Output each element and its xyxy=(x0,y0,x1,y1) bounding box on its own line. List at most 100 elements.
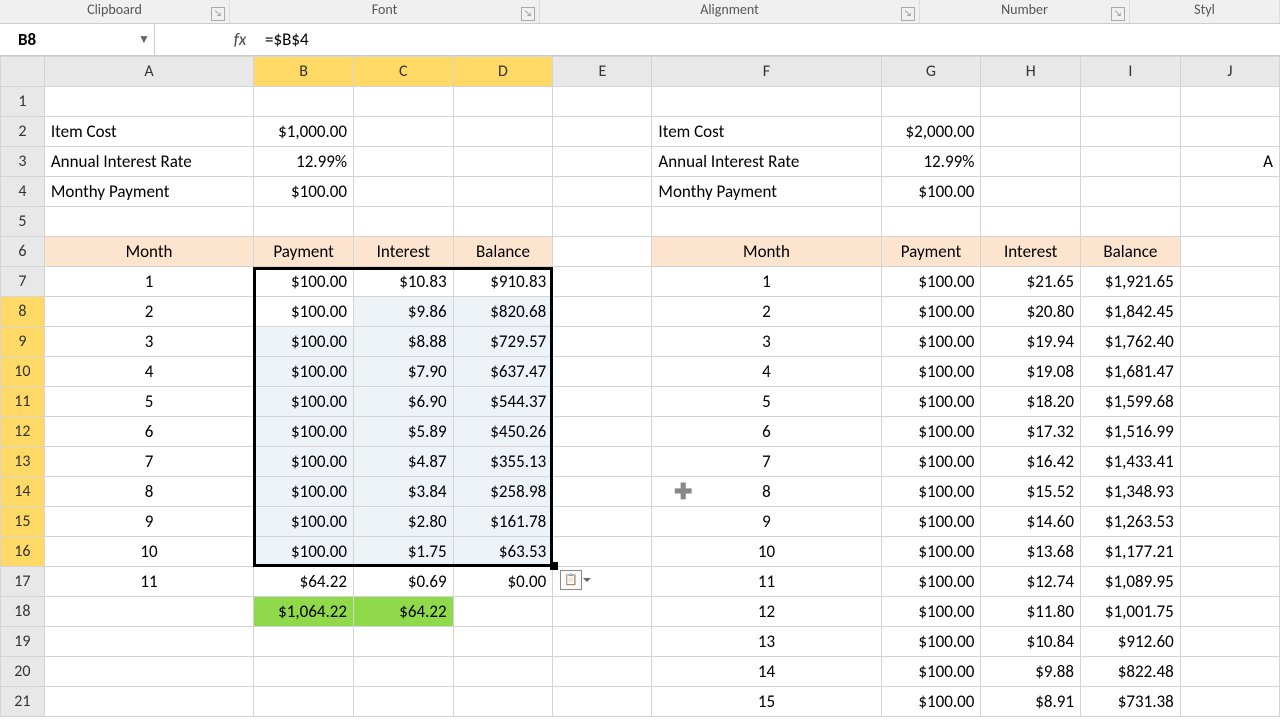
cell-F2[interactable]: Item Cost xyxy=(652,117,881,147)
cell-I8[interactable]: $1,842.45 xyxy=(1080,297,1180,327)
cell-B15[interactable]: $100.00 xyxy=(254,507,354,537)
cell-J12[interactable] xyxy=(1180,417,1279,447)
cell-A8[interactable]: 2 xyxy=(44,297,253,327)
cell-J8[interactable] xyxy=(1180,297,1279,327)
cell-G21[interactable]: $100.00 xyxy=(881,687,981,717)
cell-D9[interactable]: $729.57 xyxy=(453,327,553,357)
column-header-E[interactable]: E xyxy=(553,57,652,87)
cell-E6[interactable] xyxy=(553,237,652,267)
cell-D15[interactable]: $161.78 xyxy=(453,507,553,537)
row-header-17[interactable]: 17 xyxy=(1,567,45,597)
cell-C16[interactable]: $1.75 xyxy=(354,537,454,567)
cell-C2[interactable] xyxy=(354,117,454,147)
cell-A2[interactable]: Item Cost xyxy=(44,117,253,147)
cell-B3[interactable]: 12.99% xyxy=(254,147,354,177)
cell-F4[interactable]: Monthy Payment xyxy=(652,177,881,207)
cell-B18[interactable]: $1,064.22 xyxy=(254,597,354,627)
cell-A3[interactable]: Annual Interest Rate xyxy=(44,147,253,177)
cell-C9[interactable]: $8.88 xyxy=(354,327,454,357)
cell-B21[interactable] xyxy=(254,687,354,717)
cell-H14[interactable]: $15.52 xyxy=(981,477,1081,507)
cell-C14[interactable]: $3.84 xyxy=(354,477,454,507)
cell-A9[interactable]: 3 xyxy=(44,327,253,357)
cell-I18[interactable]: $1,001.75 xyxy=(1080,597,1180,627)
paste-options-icon[interactable]: 📋 xyxy=(560,570,582,590)
cell-A14[interactable]: 8 xyxy=(44,477,253,507)
column-header-A[interactable]: A xyxy=(44,57,253,87)
cell-F13[interactable]: 7 xyxy=(652,447,881,477)
cell-F15[interactable]: 9 xyxy=(652,507,881,537)
cell-H1[interactable] xyxy=(981,87,1081,117)
cell-G1[interactable] xyxy=(881,87,981,117)
cell-F7[interactable]: 1 xyxy=(652,267,881,297)
cell-D17[interactable]: $0.00 xyxy=(453,567,553,597)
column-header-G[interactable]: G xyxy=(881,57,981,87)
cell-E5[interactable] xyxy=(553,207,652,237)
cell-J9[interactable] xyxy=(1180,327,1279,357)
cell-I10[interactable]: $1,681.47 xyxy=(1080,357,1180,387)
cell-C3[interactable] xyxy=(354,147,454,177)
cell-D18[interactable] xyxy=(453,597,553,627)
cell-A16[interactable]: 10 xyxy=(44,537,253,567)
cell-E13[interactable] xyxy=(553,447,652,477)
cell-J6[interactable] xyxy=(1180,237,1279,267)
cell-B11[interactable]: $100.00 xyxy=(254,387,354,417)
cell-G4[interactable]: $100.00 xyxy=(881,177,981,207)
cell-A19[interactable] xyxy=(44,627,253,657)
row-header-14[interactable]: 14 xyxy=(1,477,45,507)
cell-H7[interactable]: $21.65 xyxy=(981,267,1081,297)
cell-J5[interactable] xyxy=(1180,207,1279,237)
cell-C17[interactable]: $0.69 xyxy=(354,567,454,597)
dialog-launcher-icon[interactable]: ↘ xyxy=(521,7,535,21)
cell-F8[interactable]: 2 xyxy=(652,297,881,327)
cell-F19[interactable]: 13 xyxy=(652,627,881,657)
cell-I2[interactable] xyxy=(1080,117,1180,147)
cell-J13[interactable] xyxy=(1180,447,1279,477)
row-header-5[interactable]: 5 xyxy=(1,207,45,237)
cell-D7[interactable]: $910.83 xyxy=(453,267,553,297)
column-header-C[interactable]: C xyxy=(354,57,454,87)
cell-C13[interactable]: $4.87 xyxy=(354,447,454,477)
cell-G19[interactable]: $100.00 xyxy=(881,627,981,657)
cell-C10[interactable]: $7.90 xyxy=(354,357,454,387)
cell-H18[interactable]: $11.80 xyxy=(981,597,1081,627)
cell-H21[interactable]: $8.91 xyxy=(981,687,1081,717)
cell-C19[interactable] xyxy=(354,627,454,657)
cell-I15[interactable]: $1,263.53 xyxy=(1080,507,1180,537)
cell-F12[interactable]: 6 xyxy=(652,417,881,447)
column-header-F[interactable]: F xyxy=(652,57,881,87)
cell-E12[interactable] xyxy=(553,417,652,447)
cell-H17[interactable]: $12.74 xyxy=(981,567,1081,597)
cell-A18[interactable] xyxy=(44,597,253,627)
cell-H16[interactable]: $13.68 xyxy=(981,537,1081,567)
cell-A12[interactable]: 6 xyxy=(44,417,253,447)
cell-B12[interactable]: $100.00 xyxy=(254,417,354,447)
cell-D5[interactable] xyxy=(453,207,553,237)
cell-B10[interactable]: $100.00 xyxy=(254,357,354,387)
cell-E14[interactable] xyxy=(553,477,652,507)
cell-D2[interactable] xyxy=(453,117,553,147)
cell-D19[interactable] xyxy=(453,627,553,657)
cell-D1[interactable] xyxy=(453,87,553,117)
cell-E8[interactable] xyxy=(553,297,652,327)
cell-C6[interactable]: Interest xyxy=(354,237,454,267)
cell-D21[interactable] xyxy=(453,687,553,717)
cell-F20[interactable]: 14 xyxy=(652,657,881,687)
row-header-2[interactable]: 2 xyxy=(1,117,45,147)
column-header-B[interactable]: B xyxy=(254,57,354,87)
cell-B7[interactable]: $100.00 xyxy=(254,267,354,297)
row-header-1[interactable]: 1 xyxy=(1,87,45,117)
column-header-I[interactable]: I xyxy=(1080,57,1180,87)
row-header-19[interactable]: 19 xyxy=(1,627,45,657)
cell-J17[interactable] xyxy=(1180,567,1279,597)
cell-A5[interactable] xyxy=(44,207,253,237)
chevron-down-icon[interactable]: ▼ xyxy=(134,32,154,47)
cell-G15[interactable]: $100.00 xyxy=(881,507,981,537)
cell-G3[interactable]: 12.99% xyxy=(881,147,981,177)
cell-A7[interactable]: 1 xyxy=(44,267,253,297)
cell-A10[interactable]: 4 xyxy=(44,357,253,387)
cell-F9[interactable]: 3 xyxy=(652,327,881,357)
column-header-J[interactable]: J xyxy=(1180,57,1279,87)
cell-B19[interactable] xyxy=(254,627,354,657)
cell-E11[interactable] xyxy=(553,387,652,417)
